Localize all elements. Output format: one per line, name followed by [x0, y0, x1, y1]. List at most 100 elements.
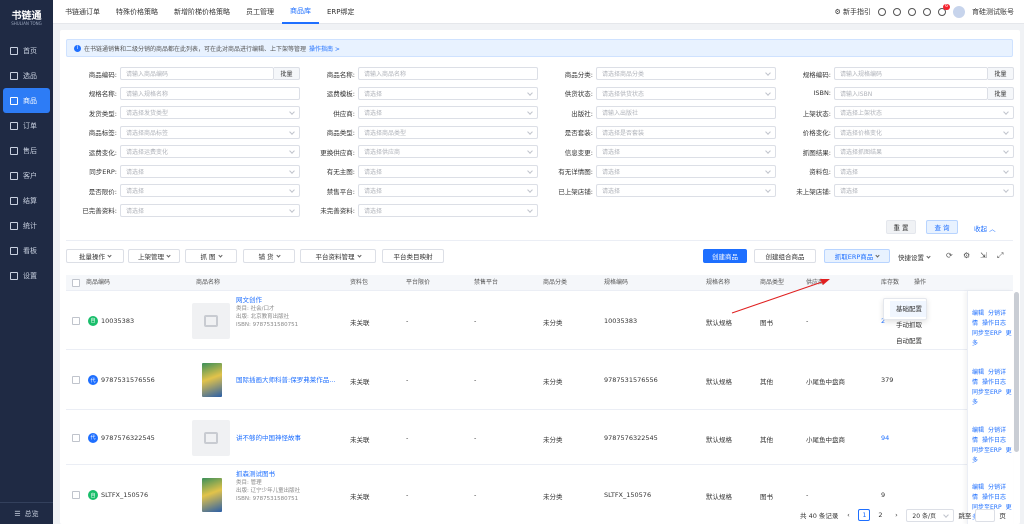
fetch-erp-button[interactable]: 抓取ERP商品 [824, 249, 890, 263]
op-sync-link[interactable]: 同步至ERP [972, 330, 1002, 337]
filter-input[interactable]: 请选择 [120, 164, 300, 178]
filter-input[interactable]: 请选择上架状态 [834, 106, 1014, 119]
filter-input[interactable]: 请选择运费变化 [120, 145, 300, 158]
service-icon[interactable] [908, 8, 916, 16]
sidebar-footer[interactable]: ☰ 总览 [0, 502, 53, 524]
table-row[interactable]: 代 9787576322545 讲不够的中国神怪故事 未关联 - - 未分类 97875763… [66, 410, 1013, 465]
filter-input[interactable]: 请选择 [358, 86, 538, 100]
row-checkbox[interactable] [72, 433, 80, 442]
batch-button[interactable]: 批量 [274, 67, 300, 80]
tab-item[interactable]: 特殊价格策略 [108, 0, 166, 24]
product-image[interactable] [192, 302, 230, 339]
op-sync-link[interactable]: 同步至ERP [972, 389, 1002, 396]
dropdown-item[interactable]: 自动配置 [890, 333, 926, 349]
dropdown-item[interactable]: 手动抓取 [890, 317, 926, 333]
reset-button[interactable]: 重 置 [886, 220, 916, 234]
tab-item[interactable]: ERP绑定 [319, 0, 363, 24]
download-icon[interactable] [878, 8, 886, 16]
next-page-button[interactable]: › [890, 509, 902, 521]
filter-input[interactable]: 请选择商品分类 [596, 67, 776, 80]
op-log-link[interactable]: 操作日志 [982, 437, 1006, 444]
op-log-link[interactable]: 操作日志 [982, 379, 1006, 386]
batch-button[interactable]: 批量 [988, 86, 1014, 100]
guide-link[interactable]: ⚙ 新手指引 [834, 7, 871, 17]
filter-input[interactable]: 请选择 [358, 184, 538, 197]
cell-pkg[interactable]: 未关联 [350, 317, 370, 327]
op-edit-link[interactable]: 编辑 [972, 369, 984, 376]
product-name-link[interactable]: 国际插画大师科普:保罗弗莱作品... [236, 376, 336, 385]
prev-page-button[interactable]: ‹ [842, 509, 854, 521]
table-row[interactable]: 代 9787531576556 国际插画大师科普:保罗弗莱作品... 未关联 - - 未分类… [66, 350, 1013, 410]
tab-item[interactable]: 员工管理 [238, 0, 282, 24]
batch-button[interactable]: 批量 [988, 67, 1014, 80]
sidebar-item[interactable]: 统计 [0, 213, 53, 238]
toolbar-button[interactable]: 平台资料管理 [300, 249, 376, 263]
filter-input[interactable]: 请选择 [596, 164, 776, 178]
filter-input[interactable]: 请输入规格编码 [834, 67, 988, 80]
filter-input[interactable]: 请输入规格名称 [120, 86, 300, 100]
cell-pkg[interactable]: 未关联 [350, 491, 370, 501]
heart-icon[interactable] [893, 8, 901, 16]
page-size-select[interactable]: 20 条/页 [906, 508, 955, 522]
filter-input[interactable]: 请选择 [120, 203, 300, 217]
product-image[interactable] [192, 419, 230, 456]
tab-item[interactable]: 新增阶梯价格策略 [166, 0, 238, 24]
toolbar-button[interactable]: 抓 图 [185, 249, 237, 263]
sidebar-item[interactable]: 选品 [0, 63, 53, 88]
filter-input[interactable]: 请输入ISBN [834, 86, 988, 100]
op-edit-link[interactable]: 编辑 [972, 484, 984, 491]
create-product-button[interactable]: 创建商品 [703, 249, 747, 263]
product-image[interactable] [202, 478, 222, 512]
filter-input[interactable]: 请选择商品类型 [358, 125, 538, 139]
avatar[interactable] [953, 6, 965, 18]
toolbar-button[interactable]: 铺 货 [243, 249, 295, 263]
bell-icon[interactable]: 6 [938, 4, 950, 16]
sidebar-item[interactable]: 售后 [0, 138, 53, 163]
sidebar-item[interactable]: 首页 [0, 38, 53, 63]
op-log-link[interactable]: 操作日志 [982, 494, 1006, 501]
filter-input[interactable]: 请选择 [358, 164, 538, 178]
sidebar-item[interactable]: 结算 [0, 188, 53, 213]
help-icon[interactable] [923, 8, 931, 16]
tab-item[interactable]: 书链通订单 [57, 0, 108, 24]
filter-input[interactable]: 请选择是否套装 [596, 125, 776, 139]
filter-input[interactable]: 请选择商品标签 [120, 125, 300, 139]
sidebar-item[interactable]: 商品 [3, 88, 50, 113]
product-name-link[interactable]: 讲不够的中国神怪故事 [236, 434, 336, 443]
select-all-checkbox[interactable] [72, 279, 80, 287]
sidebar-item[interactable]: 客户 [0, 163, 53, 188]
dropdown-item[interactable]: 基础配置 [890, 301, 926, 317]
cell-pkg[interactable]: 未关联 [350, 376, 370, 386]
op-edit-link[interactable]: 编辑 [972, 310, 984, 317]
refresh-icon[interactable]: ⟳ [946, 251, 953, 260]
filter-input[interactable]: 请选择供应商 [358, 145, 538, 158]
gear-icon[interactable]: ⚙ [963, 251, 970, 260]
category-map-button[interactable]: 平台类目映射 [382, 249, 444, 263]
create-combo-button[interactable]: 创建组合商品 [754, 249, 816, 263]
vertical-scrollbar[interactable] [1014, 292, 1019, 452]
filter-input[interactable]: 请输入出版社 [596, 106, 776, 119]
toolbar-button[interactable]: 批量操作 [66, 249, 124, 263]
op-edit-link[interactable]: 编辑 [972, 427, 984, 434]
filter-input[interactable]: 请选择 [596, 184, 776, 197]
page-1[interactable]: 1 [858, 509, 871, 521]
app-logo[interactable]: 书链通 SHULIAN TONG [0, 0, 53, 38]
search-button[interactable]: 查 询 [926, 220, 958, 234]
filter-input[interactable]: 请输入商品编码 [120, 67, 274, 80]
sidebar-item[interactable]: 订单 [0, 113, 53, 138]
row-checkbox[interactable] [72, 491, 80, 499]
filter-input[interactable]: 请选择发货类型 [120, 106, 300, 119]
product-name-link[interactable]: 网文创作 [236, 296, 336, 305]
product-name-link[interactable]: 抓森测试图书 [236, 470, 336, 479]
quick-settings[interactable]: 快捷设置 [898, 252, 931, 262]
row-checkbox[interactable] [72, 376, 80, 384]
filter-input[interactable]: 请选择供货状态 [596, 86, 776, 100]
filter-input[interactable]: 请选择抓图结果 [834, 145, 1014, 158]
op-log-link[interactable]: 操作日志 [982, 320, 1006, 327]
filter-input[interactable]: 请选择 [834, 164, 1014, 178]
table-row[interactable]: 自 10035383 网文创作 类目: 社会/口才 出版: 北京教育出版社 ISBN: 9… [66, 291, 1013, 350]
filter-input[interactable]: 请选择 [834, 184, 1014, 197]
op-sync-link[interactable]: 同步至ERP [972, 447, 1002, 454]
user-name[interactable]: 育硅测试账号 [972, 7, 1014, 17]
product-image[interactable] [202, 363, 222, 397]
